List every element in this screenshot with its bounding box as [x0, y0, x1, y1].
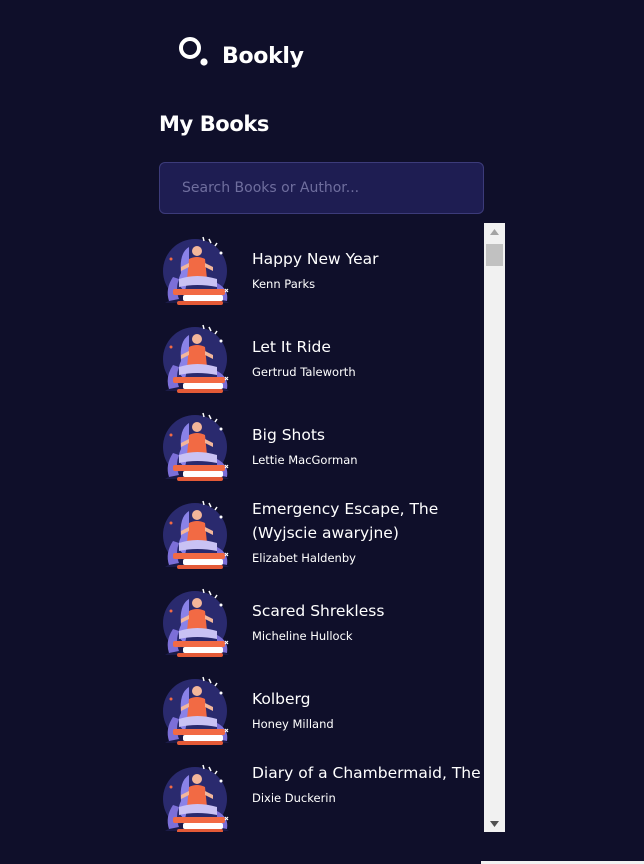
book-text: Let It Ride Gertrud Taleworth [252, 321, 484, 379]
book-cover-icon [159, 233, 235, 307]
book-cover-icon [159, 497, 235, 571]
page-title: My Books [159, 112, 270, 136]
book-cover-icon [159, 585, 235, 659]
book-title: Let It Ride [252, 338, 331, 356]
book-text: Happy New Year Kenn Parks [252, 233, 484, 291]
list-item[interactable]: Diary of a Chambermaid, The Dixie Ducker… [159, 761, 484, 832]
brand-name: Bookly [222, 43, 304, 69]
book-text: Scared Shrekless Micheline Hullock [252, 585, 484, 643]
book-text: Emergency Escape, The (Wyjscie awaryjne)… [252, 497, 484, 565]
book-author: Micheline Hullock [252, 629, 353, 643]
list-item[interactable]: Happy New Year Kenn Parks [159, 233, 484, 305]
book-cover-icon [159, 409, 235, 483]
list-item[interactable]: Emergency Escape, The (Wyjscie awaryjne)… [159, 497, 484, 569]
book-title: Emergency Escape, The (Wyjscie awaryjne) [252, 500, 439, 542]
scroll-down-icon[interactable] [484, 815, 505, 832]
book-cover-icon [159, 673, 235, 747]
book-title: Kolberg [252, 690, 311, 708]
list-item[interactable]: Kolberg Honey Milland [159, 673, 484, 745]
book-list-viewport[interactable]: Happy New Year Kenn Parks Let It Ride Ge… [159, 223, 505, 832]
book-title: Scared Shrekless [252, 602, 385, 620]
book-author: Elizabet Haldenby [252, 551, 356, 565]
brand[interactable]: Bookly [178, 32, 304, 72]
list-item[interactable]: Let It Ride Gertrud Taleworth [159, 321, 484, 393]
book-text: Kolberg Honey Milland [252, 673, 484, 731]
scroll-thumb[interactable] [486, 244, 503, 266]
book-title: Happy New Year [252, 250, 379, 268]
list-item[interactable]: Scared Shrekless Micheline Hullock [159, 585, 484, 657]
book-author: Gertrud Taleworth [252, 365, 356, 379]
book-text: Big Shots Lettie MacGorman [252, 409, 484, 467]
book-title: Diary of a Chambermaid, The [252, 764, 481, 782]
book-author: Lettie MacGorman [252, 453, 358, 467]
book-author: Honey Milland [252, 717, 334, 731]
book-title: Big Shots [252, 426, 326, 444]
book-cover-icon [159, 321, 235, 395]
book-author: Kenn Parks [252, 277, 316, 291]
search-box [159, 162, 484, 214]
list-scrollbar[interactable] [484, 223, 505, 832]
search-icon [178, 35, 212, 69]
book-cover-icon [159, 761, 235, 832]
book-text: Diary of a Chambermaid, The Dixie Ducker… [252, 761, 484, 805]
list-item[interactable]: Big Shots Lettie MacGorman [159, 409, 484, 481]
book-author: Dixie Duckerin [252, 791, 336, 805]
search-input[interactable] [159, 162, 484, 214]
app-root: Bookly My Books Happy New Year Kenn Park… [0, 0, 644, 864]
book-list: Happy New Year Kenn Parks Let It Ride Ge… [159, 233, 484, 832]
scroll-up-icon[interactable] [484, 223, 505, 240]
